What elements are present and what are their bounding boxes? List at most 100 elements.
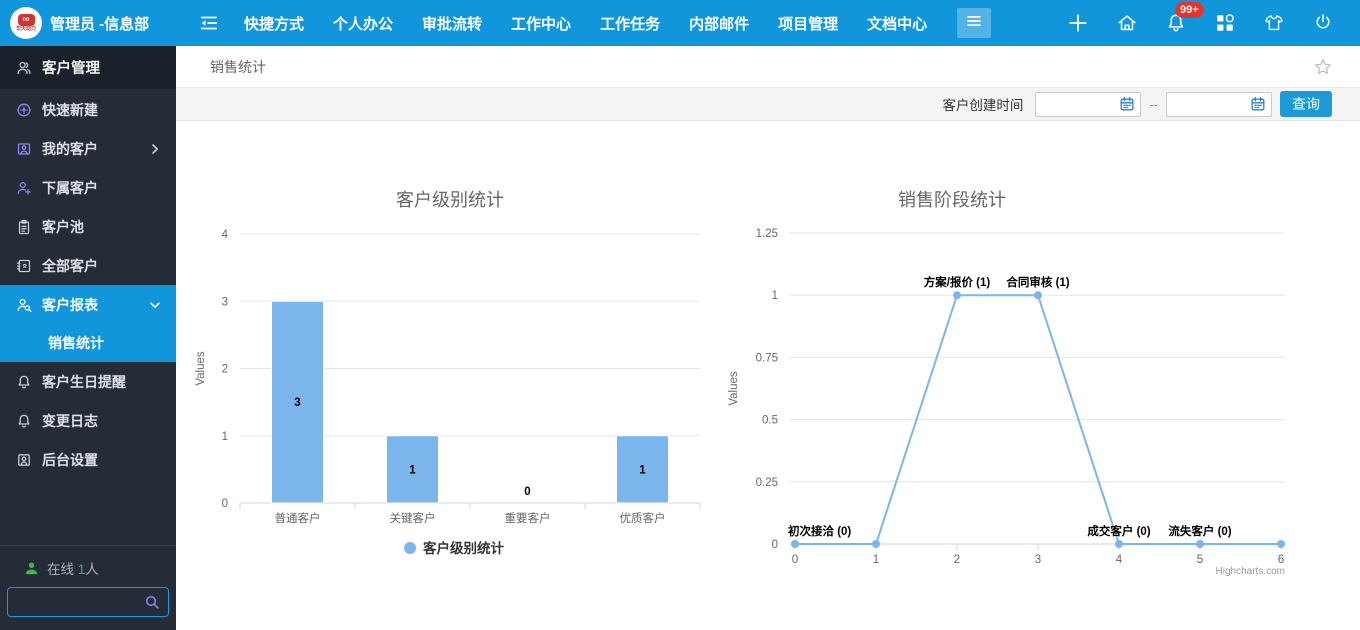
sidebar-subitem-销售统计[interactable]: 销售统计: [0, 324, 176, 362]
plus-icon[interactable]: [1065, 10, 1091, 36]
nav-more-button[interactable]: [957, 8, 991, 38]
nav-item-2[interactable]: 个人办公: [333, 13, 393, 34]
apps-grid-icon[interactable]: [1212, 10, 1238, 36]
online-status: 在线 1人: [0, 546, 176, 578]
date-to-input[interactable]: [1167, 93, 1250, 116]
sidebar-header-customer-management[interactable]: 客户管理: [0, 46, 176, 90]
svg-text:1: 1: [772, 290, 778, 302]
app-logo-icon: ∞ 华天动力: [10, 7, 42, 39]
power-icon[interactable]: [1310, 10, 1336, 36]
svg-text:5: 5: [1197, 554, 1203, 566]
svg-text:优质客户: 优质客户: [620, 511, 666, 525]
notification-badge: 99+: [1175, 2, 1204, 18]
bell-icon[interactable]: 99+: [1163, 10, 1189, 36]
user-plus-icon: [15, 179, 32, 196]
favorite-star-icon[interactable]: [1312, 56, 1334, 78]
bell-icon: [15, 412, 32, 429]
plus-circle-icon: [15, 101, 32, 118]
query-button[interactable]: 查询: [1280, 91, 1332, 117]
date-range-separator: --: [1149, 97, 1158, 112]
svg-text:4: 4: [1116, 554, 1123, 566]
svg-text:1.25: 1.25: [756, 228, 778, 240]
sidebar-item-label: 客户生日提醒: [42, 372, 126, 392]
sidebar-item-5[interactable]: 全部客户: [0, 246, 176, 285]
svg-text:销售阶段统计: 销售阶段统计: [898, 190, 1006, 210]
topbar-actions: 99+: [1065, 10, 1360, 36]
svg-text:重要客户: 重要客户: [505, 511, 551, 525]
svg-text:0: 0: [792, 554, 798, 566]
customer-level-chart: 客户级别统计01234Values3普通客户1关键客户0重要客户1优质客户客户级…: [180, 170, 710, 590]
svg-text:6: 6: [1278, 554, 1284, 566]
svg-text:3: 3: [222, 296, 228, 308]
sidebar-item-3[interactable]: 下属客户: [0, 168, 176, 207]
svg-text:0: 0: [524, 486, 530, 498]
app-window: ∞ 华天动力 管理员 -信息部 快捷方式 个人办公 审批流转 工作中心 工作任务 内部邮件…: [0, 0, 1360, 630]
menu-fold-icon[interactable]: [198, 12, 220, 34]
svg-text:1: 1: [222, 431, 228, 443]
nav-item-3[interactable]: 审批流转: [422, 13, 482, 34]
svg-text:客户级别统计: 客户级别统计: [422, 540, 504, 556]
svg-text:客户级别统计: 客户级别统计: [396, 190, 504, 210]
svg-text:1: 1: [639, 464, 646, 476]
sidebar-item-9[interactable]: 后台设置: [0, 440, 176, 479]
online-user-icon: [24, 561, 39, 576]
svg-text:关键客户: 关键客户: [390, 511, 436, 525]
svg-text:成交客户 (0): 成交客户 (0): [1087, 524, 1150, 538]
shirt-icon[interactable]: [1261, 10, 1287, 36]
contacts-icon: [15, 257, 32, 274]
clipboard-icon: [15, 218, 32, 235]
nav-item-4[interactable]: 工作中心: [511, 13, 571, 34]
nav-item-1[interactable]: 快捷方式: [244, 13, 304, 34]
sidebar-item-1[interactable]: 快速新建: [0, 90, 176, 129]
sidebar-search-input[interactable]: [8, 595, 144, 610]
date-from-input[interactable]: [1036, 93, 1119, 116]
svg-text:Highcharts.com: Highcharts.com: [1216, 566, 1285, 577]
search-icon[interactable]: [144, 594, 160, 610]
svg-text:3: 3: [294, 397, 300, 409]
svg-text:0: 0: [772, 539, 778, 551]
main-content: 销售统计 客户创建时间 -- 查询 客户级别统计01234Values3普通客户…: [176, 46, 1360, 630]
svg-text:0.5: 0.5: [762, 415, 778, 427]
svg-text:0.25: 0.25: [756, 477, 778, 489]
user-search-icon: [15, 296, 32, 313]
sales-stage-chart: 销售阶段统计00.250.50.7511.250123456Values初次接洽…: [700, 170, 1360, 600]
sidebar-item-label: 全部客户: [42, 256, 98, 276]
sidebar-item-label: 变更日志: [42, 411, 98, 431]
nav-item-6[interactable]: 内部邮件: [689, 13, 749, 34]
legend-item[interactable]: 客户级别统计: [404, 540, 504, 556]
sidebar-item-7[interactable]: 客户生日提醒: [0, 362, 176, 401]
breadcrumb-bar: 销售统计: [176, 46, 1360, 88]
hamburger-icon: [963, 10, 985, 37]
sidebar-item-2[interactable]: 我的客户: [0, 129, 176, 168]
sidebar-search-box: [7, 587, 169, 617]
sidebar-item-6[interactable]: 客户报表: [0, 285, 176, 324]
svg-text:0: 0: [222, 498, 228, 510]
brand[interactable]: ∞ 华天动力 管理员 -信息部: [0, 0, 176, 46]
svg-text:方案/报价 (1): 方案/报价 (1): [924, 275, 991, 289]
svg-text:2: 2: [954, 554, 960, 566]
users-icon: [15, 59, 32, 76]
svg-text:0.75: 0.75: [756, 352, 778, 364]
svg-text:合同审核 (1): 合同审核 (1): [1006, 275, 1069, 289]
sidebar-footer: 在线 1人: [0, 545, 176, 630]
calendar-icon[interactable]: [1119, 96, 1135, 112]
date-to-field: [1166, 92, 1272, 117]
calendar-icon[interactable]: [1250, 96, 1266, 112]
svg-text:4: 4: [222, 229, 229, 241]
svg-text:流失客户 (0): 流失客户 (0): [1168, 524, 1231, 538]
nav-item-7[interactable]: 项目管理: [778, 13, 838, 34]
logo-infinity-icon: ∞: [18, 14, 35, 26]
nav-item-5[interactable]: 工作任务: [600, 13, 660, 34]
sidebar-item-label: 快速新建: [42, 100, 98, 120]
settings-icon: [15, 451, 32, 468]
svg-text:2: 2: [222, 364, 228, 376]
home-icon[interactable]: [1114, 10, 1140, 36]
svg-text:1: 1: [409, 464, 416, 476]
sidebar-header-label: 客户管理: [42, 57, 100, 78]
nav-item-8[interactable]: 文档中心: [867, 13, 927, 34]
sidebar-item-4[interactable]: 客户池: [0, 207, 176, 246]
sidebar-item-8[interactable]: 变更日志: [0, 401, 176, 440]
brand-title: 管理员 -信息部: [50, 13, 149, 34]
filter-label: 客户创建时间: [942, 94, 1023, 114]
topbar: ∞ 华天动力 管理员 -信息部 快捷方式 个人办公 审批流转 工作中心 工作任务 内部邮件…: [0, 0, 1360, 46]
